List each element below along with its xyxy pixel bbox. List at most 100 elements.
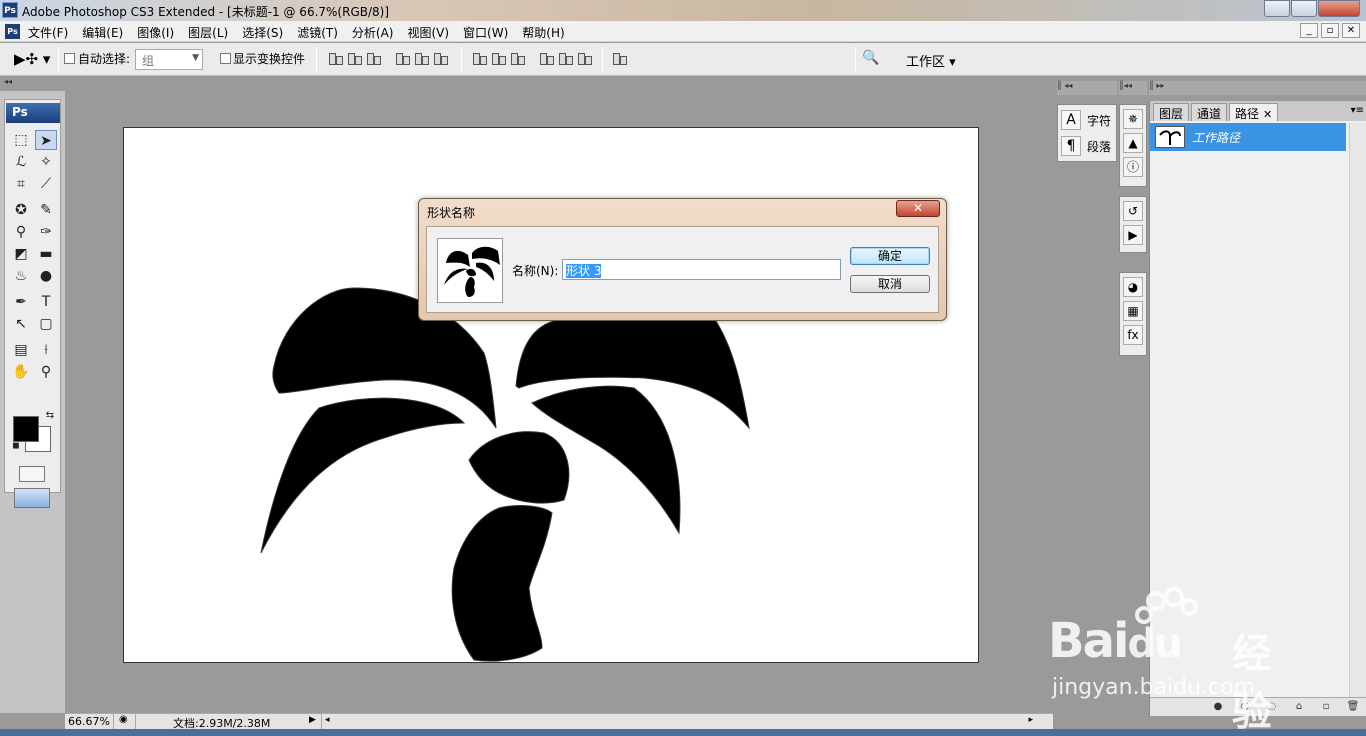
history-brush-tool-icon[interactable]: ✑ bbox=[35, 222, 57, 242]
menu-filter[interactable]: 滤镜(T) bbox=[297, 24, 338, 41]
ok-button[interactable]: 确定 bbox=[850, 247, 930, 265]
swatches-icon[interactable]: ▦ bbox=[1123, 301, 1143, 321]
notes-tool-icon[interactable]: ▤ bbox=[10, 340, 32, 360]
align-top-icon[interactable] bbox=[328, 51, 343, 67]
make-work-path-icon[interactable]: ⌂ bbox=[1289, 698, 1309, 716]
color-icon[interactable]: ◕ bbox=[1123, 277, 1143, 297]
path-row-work-path[interactable]: 工作路径 bbox=[1150, 123, 1346, 151]
align-left-icon[interactable] bbox=[395, 51, 410, 67]
blur-tool-icon[interactable]: ♨ bbox=[10, 266, 32, 286]
menu-image[interactable]: 图像(I) bbox=[137, 24, 174, 41]
tab-layers[interactable]: 图层 bbox=[1153, 103, 1190, 121]
panel-menu-icon[interactable]: ▾≡ bbox=[1351, 105, 1364, 116]
menu-file[interactable]: 文件(F) bbox=[28, 24, 68, 41]
document-ps-icon[interactable]: Ps bbox=[5, 24, 20, 39]
doc-restore-button[interactable]: ▫ bbox=[1321, 23, 1339, 38]
menu-select[interactable]: 选择(S) bbox=[242, 24, 283, 41]
stroke-path-icon[interactable]: ○ bbox=[1235, 698, 1255, 716]
scroll-right-icon[interactable]: ▸ bbox=[1028, 715, 1033, 725]
tools-panel-header[interactable]: ◂◂ bbox=[0, 77, 65, 91]
distribute-bottom-icon[interactable] bbox=[510, 51, 525, 67]
crop-tool-icon[interactable]: ⌗ bbox=[10, 174, 32, 194]
magic-wand-tool-icon[interactable]: ✧ bbox=[35, 152, 57, 172]
distribute-top-icon[interactable] bbox=[472, 51, 487, 67]
show-transform-checkbox[interactable] bbox=[220, 53, 231, 64]
lasso-tool-icon[interactable]: ℒ bbox=[10, 152, 32, 172]
type-tool-icon[interactable]: T bbox=[35, 292, 57, 312]
new-path-icon[interactable]: ▫ bbox=[1316, 698, 1336, 716]
workspace-dropdown[interactable]: 工作区 ▾ bbox=[906, 51, 956, 70]
navigator-icon[interactable]: ✵ bbox=[1123, 109, 1143, 129]
panel-scrollbar[interactable] bbox=[1349, 123, 1366, 697]
brush-tool-icon[interactable]: ✎ bbox=[35, 200, 57, 220]
doc-minimize-button[interactable]: _ bbox=[1300, 23, 1318, 38]
menu-edit[interactable]: 编辑(E) bbox=[82, 24, 123, 41]
marquee-tool-icon[interactable]: ⬚ bbox=[10, 130, 32, 150]
direct-selection-tool-icon[interactable]: ↖ bbox=[10, 314, 32, 334]
tab-channels[interactable]: 通道 bbox=[1191, 103, 1228, 121]
actions-icon[interactable]: ▶ bbox=[1123, 225, 1143, 245]
icon-group: ◕ ▦ fx bbox=[1119, 272, 1147, 356]
dialog-close-button[interactable]: ✕ bbox=[896, 200, 940, 217]
healing-brush-tool-icon[interactable]: ✪ bbox=[10, 200, 32, 220]
align-bottom-icon[interactable] bbox=[366, 51, 381, 67]
distribute-left-icon[interactable] bbox=[539, 51, 554, 67]
align-vcenter-icon[interactable] bbox=[347, 51, 362, 67]
menu-layer[interactable]: 图层(L) bbox=[188, 24, 228, 41]
eraser-tool-icon[interactable]: ◩ bbox=[10, 244, 32, 264]
history-icon[interactable]: ↺ bbox=[1123, 201, 1143, 221]
styles-icon[interactable]: fx bbox=[1123, 325, 1143, 345]
doc-close-button[interactable]: ✕ bbox=[1342, 23, 1360, 38]
dock-header[interactable]: ║◂◂ bbox=[1119, 81, 1147, 95]
status-menu-arrow-icon[interactable]: ▶ bbox=[309, 715, 316, 725]
pen-tool-icon[interactable]: ✒ bbox=[10, 292, 32, 312]
shape-preview bbox=[437, 238, 503, 303]
path-selection-tool-icon[interactable]: ➤ bbox=[35, 130, 57, 150]
shape-tool-icon[interactable]: ▢ bbox=[35, 314, 57, 334]
auto-align-layers-icon[interactable] bbox=[612, 51, 627, 67]
cancel-button[interactable]: 取消 bbox=[850, 275, 930, 293]
shape-name-input[interactable]: 形状 3 bbox=[562, 259, 841, 280]
delete-path-icon[interactable]: 🗑 bbox=[1343, 698, 1363, 716]
menu-analysis[interactable]: 分析(A) bbox=[352, 24, 394, 41]
screen-mode-button[interactable] bbox=[14, 488, 50, 508]
align-right-icon[interactable] bbox=[433, 51, 448, 67]
paragraph-panel-button[interactable]: ¶ 段落 bbox=[1061, 135, 1111, 157]
quick-mask-button[interactable] bbox=[19, 466, 45, 482]
zoom-tool-icon[interactable]: ⚲ bbox=[35, 362, 57, 382]
dock-header[interactable]: ║ ▸▸ bbox=[1149, 81, 1366, 95]
gradient-tool-icon[interactable]: ▬ bbox=[35, 244, 57, 264]
distribute-hcenter-icon[interactable] bbox=[558, 51, 573, 67]
character-panel-button[interactable]: A 字符 bbox=[1061, 109, 1111, 131]
minimize-button[interactable] bbox=[1264, 0, 1290, 17]
scroll-left-icon[interactable]: ◂ bbox=[325, 715, 330, 725]
slice-tool-icon[interactable]: ⟋ bbox=[35, 174, 57, 194]
info-icon[interactable]: ⓘ bbox=[1123, 157, 1143, 177]
close-tab-icon[interactable]: ✕ bbox=[1263, 108, 1272, 121]
menu-view[interactable]: 视图(V) bbox=[407, 24, 449, 41]
swap-colors-icon[interactable]: ⇆ bbox=[39, 406, 61, 426]
tab-paths[interactable]: 路径 ✕ bbox=[1229, 103, 1279, 121]
histogram-icon[interactable]: ▲ bbox=[1123, 133, 1143, 153]
distribute-right-icon[interactable] bbox=[577, 51, 592, 67]
dock-header[interactable]: ║ ◂◂ bbox=[1057, 81, 1117, 95]
auto-select-dropdown[interactable]: 组 ▼ bbox=[135, 49, 203, 70]
distribute-vcenter-icon[interactable] bbox=[491, 51, 506, 67]
status-info-icon[interactable]: ◉ bbox=[119, 714, 128, 725]
align-hcenter-icon[interactable] bbox=[414, 51, 429, 67]
zoom-level[interactable]: 66.67% bbox=[68, 715, 110, 728]
bridge-icon[interactable]: 🔍 bbox=[862, 50, 879, 66]
eyedropper-tool-icon[interactable]: ⟊ bbox=[35, 340, 57, 360]
load-selection-icon[interactable]: ◌ bbox=[1262, 698, 1282, 716]
maximize-button[interactable] bbox=[1291, 0, 1317, 17]
fill-path-icon[interactable]: ● bbox=[1208, 698, 1228, 716]
dodge-tool-icon[interactable]: ● bbox=[35, 266, 57, 286]
menu-window[interactable]: 窗口(W) bbox=[463, 24, 508, 41]
move-tool-icon[interactable]: ▶✣ ▾ bbox=[14, 50, 50, 68]
close-button[interactable] bbox=[1318, 0, 1360, 17]
menu-help[interactable]: 帮助(H) bbox=[522, 24, 564, 41]
hand-tool-icon[interactable]: ✋ bbox=[10, 362, 32, 382]
foreground-color-swatch[interactable] bbox=[13, 416, 39, 442]
clone-stamp-tool-icon[interactable]: ⚲ bbox=[10, 222, 32, 242]
auto-select-checkbox[interactable] bbox=[64, 53, 75, 64]
